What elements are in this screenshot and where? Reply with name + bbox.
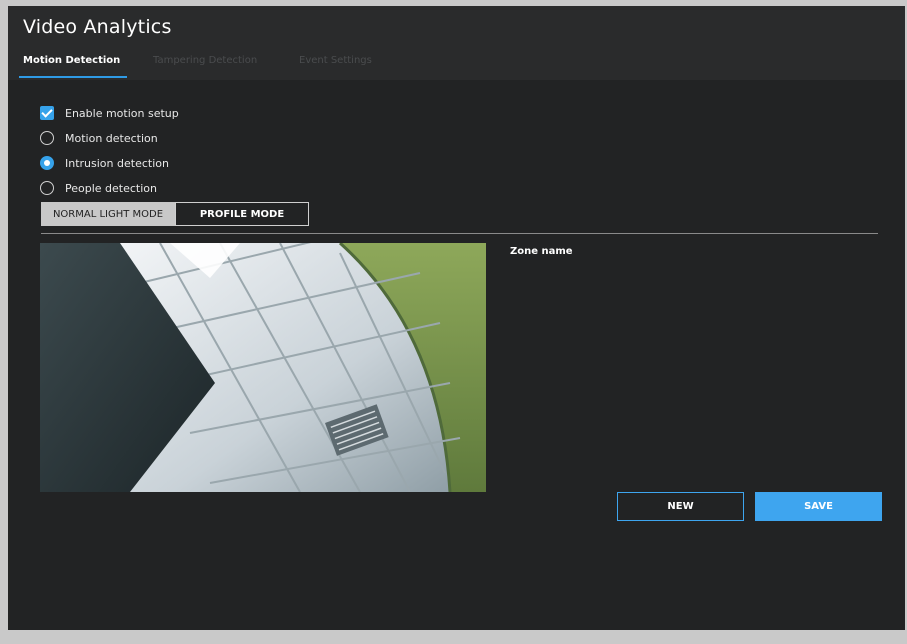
page-title: Video Analytics <box>23 16 172 38</box>
intrusion-detection-label: Intrusion detection <box>65 156 169 170</box>
new-zone-button[interactable]: NEW <box>617 492 744 521</box>
tab-event-settings[interactable]: Event Settings <box>299 55 372 66</box>
normal-light-mode-button[interactable]: NORMAL LIGHT MODE <box>41 202 175 226</box>
motion-detection-radio[interactable]: Motion detection <box>40 130 158 146</box>
enable-motion-setup-checkbox[interactable]: Enable motion setup <box>40 105 179 121</box>
enable-motion-setup-label: Enable motion setup <box>65 106 179 120</box>
profile-mode-button[interactable]: PROFILE MODE <box>175 202 309 226</box>
tab-tampering-detection[interactable]: Tampering Detection <box>153 55 257 66</box>
header-bar: Video Analytics Motion Detection Tamperi… <box>8 6 905 80</box>
section-divider <box>41 233 878 234</box>
tab-motion-detection[interactable]: Motion Detection <box>23 55 120 66</box>
checkbox-checked-icon[interactable] <box>40 106 54 120</box>
active-tab-indicator <box>19 76 127 78</box>
motion-detection-label: Motion detection <box>65 131 158 145</box>
save-button[interactable]: SAVE <box>755 492 882 521</box>
video-analytics-panel: Video Analytics Motion Detection Tamperi… <box>8 6 905 630</box>
intrusion-detection-radio[interactable]: Intrusion detection <box>40 155 169 171</box>
radio-unchecked-icon[interactable] <box>40 131 54 145</box>
zone-name-label: Zone name <box>510 246 573 257</box>
light-mode-toggle: NORMAL LIGHT MODE PROFILE MODE <box>41 202 309 226</box>
radio-checked-icon[interactable] <box>40 156 54 170</box>
people-detection-label: People detection <box>65 181 157 195</box>
people-detection-radio[interactable]: People detection <box>40 180 157 196</box>
camera-feed-image <box>40 243 486 492</box>
radio-unchecked-icon[interactable] <box>40 181 54 195</box>
camera-live-view[interactable] <box>40 243 486 492</box>
